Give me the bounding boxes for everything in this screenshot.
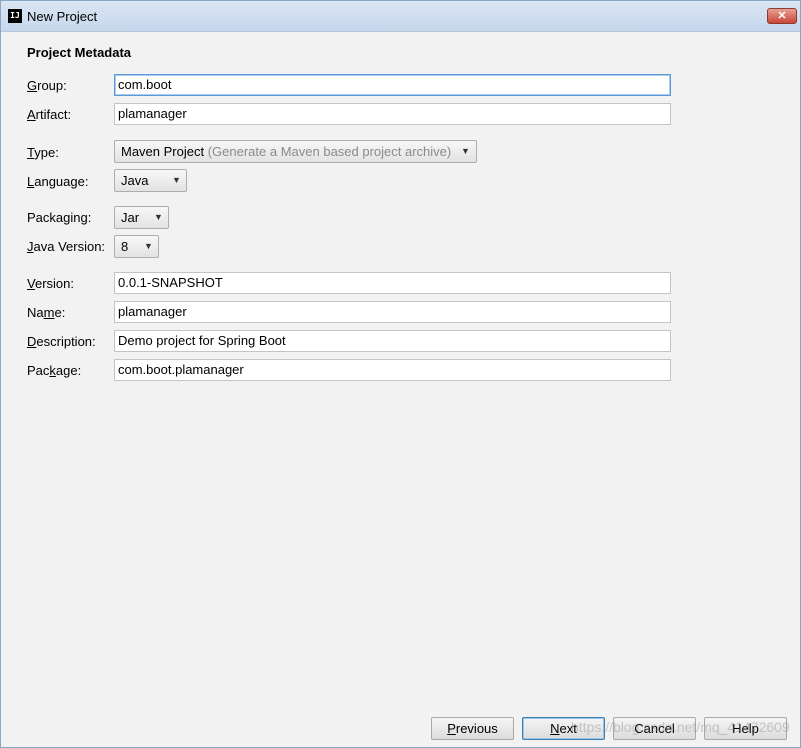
intellij-icon: IJ — [8, 9, 22, 23]
chevron-down-icon: ▼ — [144, 241, 153, 251]
language-select[interactable]: Java ▼ — [114, 169, 187, 192]
package-label: Package: — [27, 363, 82, 378]
language-label: Language: — [27, 174, 89, 189]
artifact-label: Artifact: — [27, 107, 72, 122]
new-project-dialog: IJ New Project ✕ Project Metadata Group:… — [0, 0, 801, 748]
type-hint: (Generate a Maven based project archive) — [207, 144, 452, 159]
packaging-label: Packaging: — [27, 210, 92, 225]
chevron-down-icon: ▼ — [172, 175, 181, 185]
java-version-select[interactable]: 8 ▼ — [114, 235, 159, 258]
name-field[interactable]: plamanager — [114, 301, 671, 323]
language-value: Java — [121, 173, 149, 188]
group-label: Group: — [27, 78, 67, 93]
packaging-value: Jar — [121, 210, 140, 225]
description-label: Description: — [27, 334, 96, 349]
close-button[interactable]: ✕ — [767, 8, 797, 24]
group-field[interactable]: com.boot — [114, 74, 671, 96]
chevron-down-icon: ▼ — [154, 212, 163, 222]
version-field[interactable]: 0.0.1-SNAPSHOT — [114, 272, 671, 294]
artifact-field[interactable]: plamanager — [114, 103, 671, 125]
type-label: Type: — [27, 145, 59, 160]
window-title: New Project — [27, 9, 98, 24]
name-label: Name: — [27, 305, 66, 320]
watermark: https://blog.csdn.net/mq_41472609 — [571, 719, 790, 735]
type-value: Maven Project — [121, 144, 205, 159]
java-version-label: Java Version: — [27, 239, 106, 254]
java-version-value: 8 — [121, 239, 129, 254]
package-field[interactable]: com.boot.plamanager — [114, 359, 671, 381]
previous-button[interactable]: Previous — [431, 717, 514, 740]
title-bar: IJ New Project ✕ — [1, 1, 800, 32]
section-title: Project Metadata — [27, 45, 132, 60]
version-label: Version: — [27, 276, 74, 291]
chevron-down-icon: ▼ — [461, 146, 470, 156]
packaging-select[interactable]: Jar ▼ — [114, 206, 169, 229]
close-icon: ✕ — [777, 10, 787, 22]
type-select[interactable]: Maven Project (Generate a Maven based pr… — [114, 140, 477, 163]
description-field[interactable]: Demo project for Spring Boot — [114, 330, 671, 352]
